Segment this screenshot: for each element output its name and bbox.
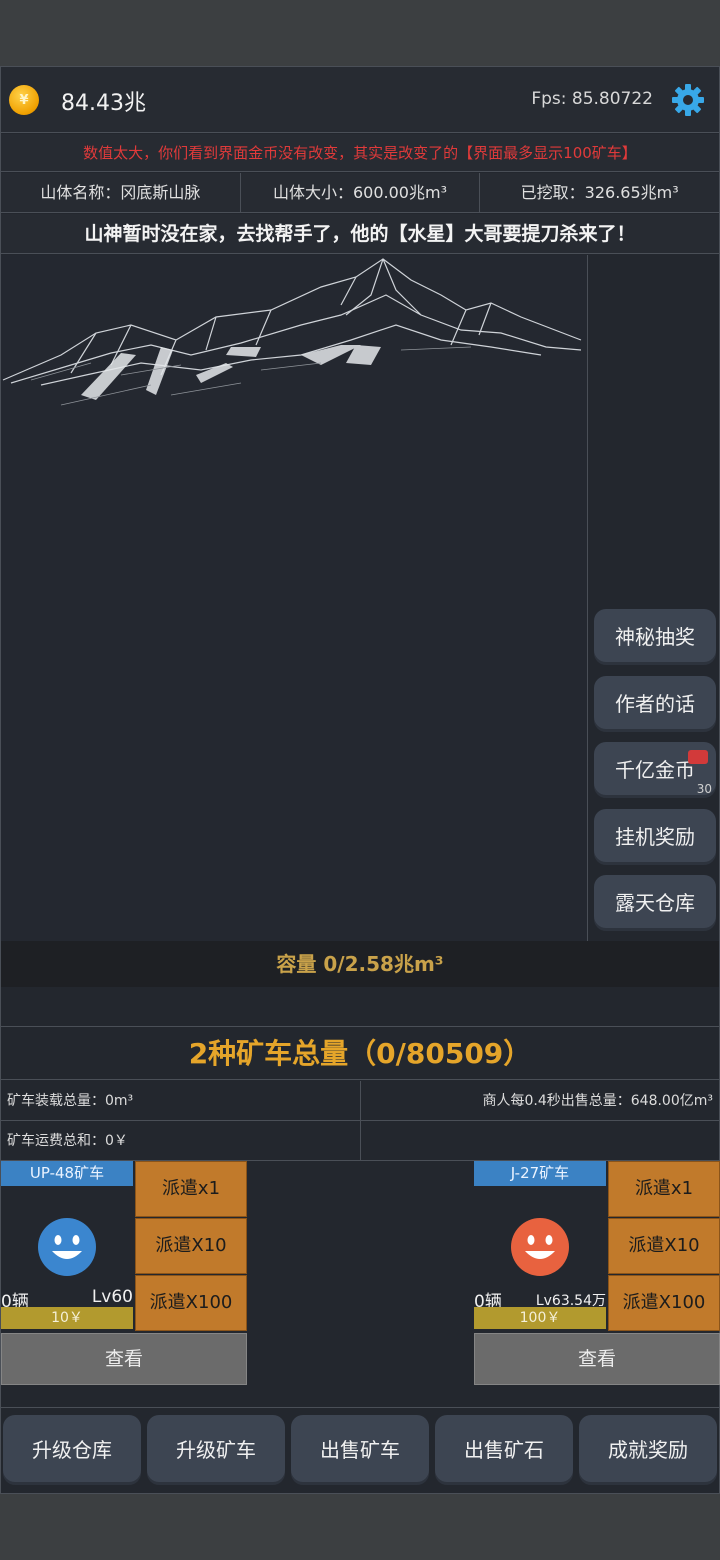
cart-price: 10￥ — [1, 1307, 133, 1329]
capacity-spacer — [1, 987, 719, 1027]
sell-ore-button[interactable]: 出售矿石 — [435, 1415, 573, 1485]
view-cart-button[interactable]: 查看 — [1, 1333, 247, 1385]
fps-value: 85.80722 — [571, 89, 653, 109]
view-cart-button[interactable]: 查看 — [474, 1333, 720, 1385]
game-screen: ¥ 84.43兆 Fps: 85.80722 数值太大，你们看到界面金币没有改变… — [0, 66, 720, 1494]
billion-gold-count: 30 — [696, 782, 712, 796]
cart-name: J-27矿车 — [474, 1161, 606, 1186]
smiley-face-icon — [38, 1218, 96, 1276]
top-bar: ¥ 84.43兆 Fps: 85.80722 — [1, 67, 719, 133]
bottom-divider — [1, 1407, 719, 1408]
merchant-sale-rate: 商人每0.4秒出售总量：648.00亿m³ — [482, 1093, 713, 1109]
idle-reward-button[interactable]: 挂机奖励 — [594, 809, 716, 865]
billion-gold-button[interactable]: 千亿金币 30 — [594, 742, 716, 798]
dispatch-x10-button[interactable]: 派遣X10 — [608, 1218, 720, 1274]
smiley-face-icon — [511, 1218, 569, 1276]
mountain-illustration — [2, 258, 582, 406]
stats-row-1: 矿车装载总量：0m³ 商人每0.4秒出售总量：648.00亿m³ — [1, 1081, 719, 1121]
mining-field — [1, 255, 587, 941]
cart-card-j27: J-27矿车 0辆 Lv63.54万 100￥ 派遣x1 派遣X10 派遣X10… — [474, 1161, 720, 1389]
author-note-button[interactable]: 作者的话 — [594, 676, 716, 732]
sell-cart-button[interactable]: 出售矿车 — [291, 1415, 429, 1485]
fps-label: Fps: — [531, 89, 567, 109]
mountain-name: 山体名称：冈底斯山脉 — [1, 173, 241, 212]
dispatch-x100-button[interactable]: 派遣X100 — [608, 1275, 720, 1331]
upgrade-cart-button[interactable]: 升级矿车 — [147, 1415, 285, 1485]
load-total: 矿车装载总量：0m³ — [1, 1081, 361, 1120]
dispatch-x10-button[interactable]: 派遣X10 — [135, 1218, 247, 1274]
mountain-info-row: 山体名称：冈底斯山脉 山体大小：600.00兆m³ 已挖取：326.65兆m³ — [1, 173, 719, 213]
dispatch-x1-button[interactable]: 派遣x1 — [608, 1161, 720, 1217]
dispatch-x100-button[interactable]: 派遣X100 — [135, 1275, 247, 1331]
stats-row-2: 矿车运费总和：0￥ — [1, 1121, 719, 1161]
event-banner: 山神暂时没在家，去找帮手了，他的【水星】大哥要提刀杀来了！ — [1, 214, 719, 254]
freight-total: 矿车运费总和：0￥ — [1, 1121, 361, 1160]
cart-card-up48: UP-48矿车 0辆 Lv60 10￥ 派遣x1 派遣X10 派遣X100 查看 — [1, 1161, 247, 1389]
achievement-reward-button[interactable]: 成就奖励 — [579, 1415, 717, 1485]
fps-readout: Fps: 85.80722 — [531, 89, 653, 109]
side-menu: 神秘抽奖 作者的话 千亿金币 30 挂机奖励 露天仓库 — [587, 255, 719, 941]
cart-level: Lv60 — [91, 1287, 133, 1307]
billion-gold-label: 千亿金币 — [615, 758, 695, 782]
lottery-button[interactable]: 神秘抽奖 — [594, 609, 716, 665]
stats-empty-cell — [361, 1121, 720, 1160]
capacity-readout: 容量 0/2.58兆m³ — [1, 941, 719, 987]
gold-amount: 84.43兆 — [61, 91, 146, 116]
mountain-mined: 已挖取：326.65兆m³ — [520, 183, 679, 202]
upgrade-warehouse-button[interactable]: 升级仓库 — [3, 1415, 141, 1485]
coin-icon: ¥ — [9, 85, 39, 115]
mountain-size: 山体大小：600.00兆m³ — [241, 173, 481, 212]
bottom-action-bar: 升级仓库 升级矿车 出售矿车 出售矿石 成就奖励 — [1, 1415, 719, 1487]
coin-symbol: ¥ — [19, 92, 29, 108]
cart-price: 100￥ — [474, 1307, 606, 1329]
warning-notice: 数值太大，你们看到界面金币没有改变，其实是改变了的【界面最多显示100矿车】 — [1, 134, 719, 172]
dispatch-x1-button[interactable]: 派遣x1 — [135, 1161, 247, 1217]
video-ad-icon — [688, 750, 708, 764]
settings-gear-icon[interactable] — [671, 83, 705, 117]
cart-total-heading: 2种矿车总量（0/80509） — [1, 1028, 719, 1080]
cart-name: UP-48矿车 — [1, 1161, 133, 1186]
open-warehouse-button[interactable]: 露天仓库 — [594, 875, 716, 931]
